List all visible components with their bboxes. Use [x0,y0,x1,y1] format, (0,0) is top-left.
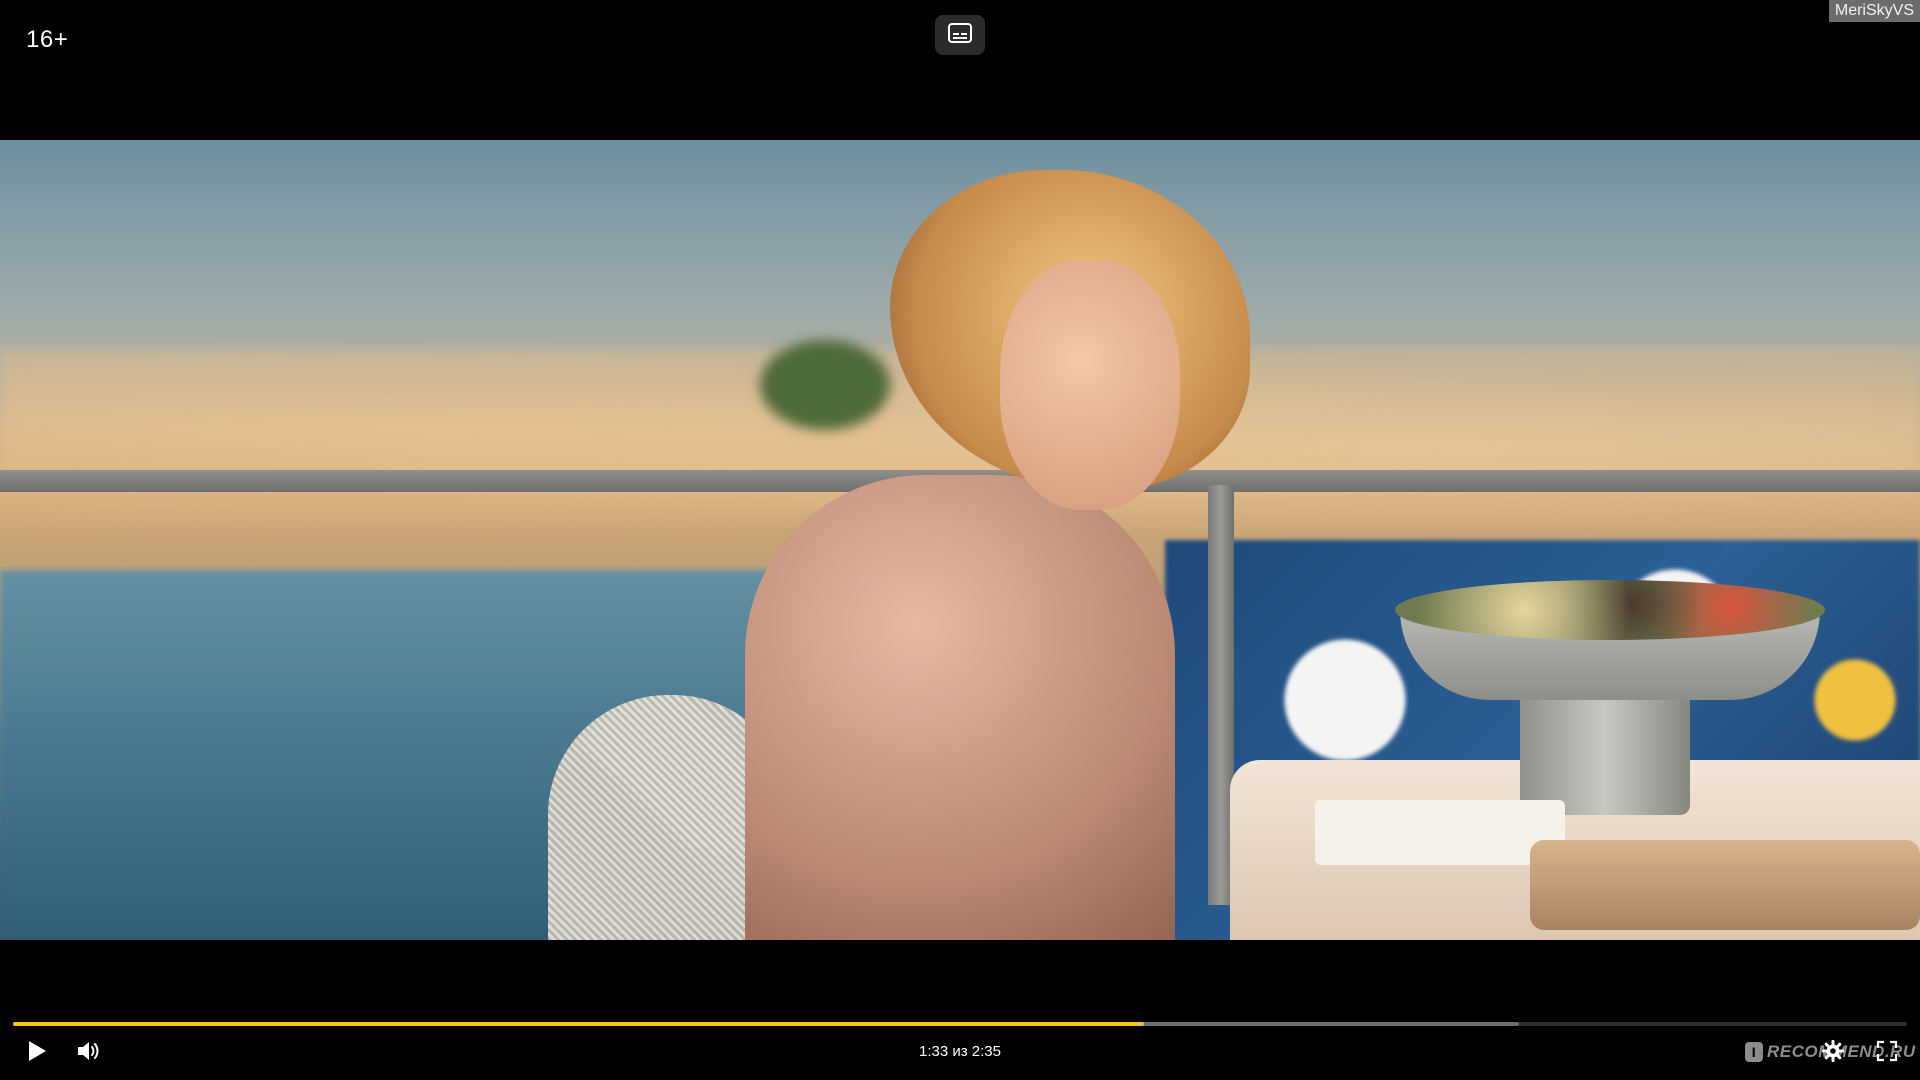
scene-food [1395,580,1825,640]
scene-woman-dress [745,475,1175,940]
time-display: 1:33 из 2:35 [919,1043,1001,1060]
progress-played [13,1022,1144,1026]
video-frame[interactable] [0,140,1920,940]
gear-icon [1821,1039,1845,1068]
scene-bowl-stem [1520,690,1690,815]
age-rating-badge: 16+ [26,26,69,53]
settings-button[interactable] [1818,1038,1848,1068]
progress-bar[interactable] [13,1022,1907,1026]
fullscreen-button[interactable] [1872,1038,1902,1068]
scene-clutch [1530,840,1920,930]
scene-tree [760,340,890,430]
subtitles-button[interactable] [935,15,985,55]
user-watermark: MeriSkyVS [1828,0,1920,22]
scene-napkin [1315,800,1565,865]
scene-woman-face [1000,260,1180,510]
site-watermark-mark: I [1745,1042,1763,1062]
fullscreen-icon [1876,1040,1898,1067]
subtitles-icon [948,22,972,48]
video-player: 16+ MeriSkyVS 1:33 из 2:35 I [0,0,1920,1080]
